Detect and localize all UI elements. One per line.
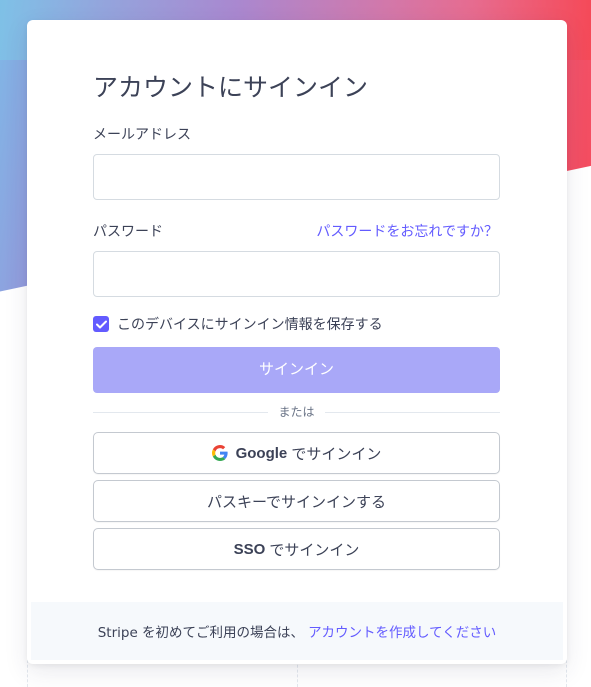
sso-signin-label: でサインイン: [265, 541, 360, 559]
google-signin-label: でサインイン: [287, 445, 382, 463]
divider-line-right: [325, 412, 500, 413]
footer-text: Stripe を初めてご利用の場合は、: [97, 625, 305, 641]
remember-device-checkbox[interactable]: [93, 316, 109, 332]
forgot-password-link[interactable]: パスワードをお忘れですか？: [316, 221, 498, 241]
checkmark-icon: [95, 320, 107, 328]
google-logo-icon: [211, 445, 228, 461]
google-signin-brand: Google: [235, 444, 288, 462]
guide-line: [27, 660, 28, 687]
guide-line: [566, 660, 567, 687]
password-label: パスワード: [93, 224, 163, 240]
remember-device-row[interactable]: このデバイスにサインイン情報を保存する: [93, 314, 383, 334]
sso-signin-brand: SSO: [233, 540, 266, 558]
or-divider: または: [93, 403, 500, 421]
signin-button[interactable]: サインイン: [93, 347, 500, 393]
remember-device-label: このデバイスにサインイン情報を保存する: [117, 317, 383, 333]
page-title: アカウントにサインイン: [93, 73, 369, 102]
sso-signin-button[interactable]: SSO でサインイン: [93, 528, 500, 570]
email-label: メールアドレス: [93, 127, 191, 143]
passkey-signin-button[interactable]: パスキーでサインインする: [93, 480, 500, 522]
email-field[interactable]: [93, 154, 500, 200]
signin-card: アカウントにサインイン メールアドレス パスワード パスワードをお忘れですか？ …: [27, 20, 567, 664]
create-account-link[interactable]: アカウントを作成してください: [308, 621, 496, 641]
guide-line: [297, 660, 298, 687]
google-signin-button[interactable]: Google でサインイン: [93, 432, 500, 474]
passkey-signin-label: パスキーでサインインする: [206, 493, 387, 511]
password-field[interactable]: [93, 251, 500, 297]
signup-footer: Stripe を初めてご利用の場合は、 アカウントを作成してください: [31, 602, 563, 660]
